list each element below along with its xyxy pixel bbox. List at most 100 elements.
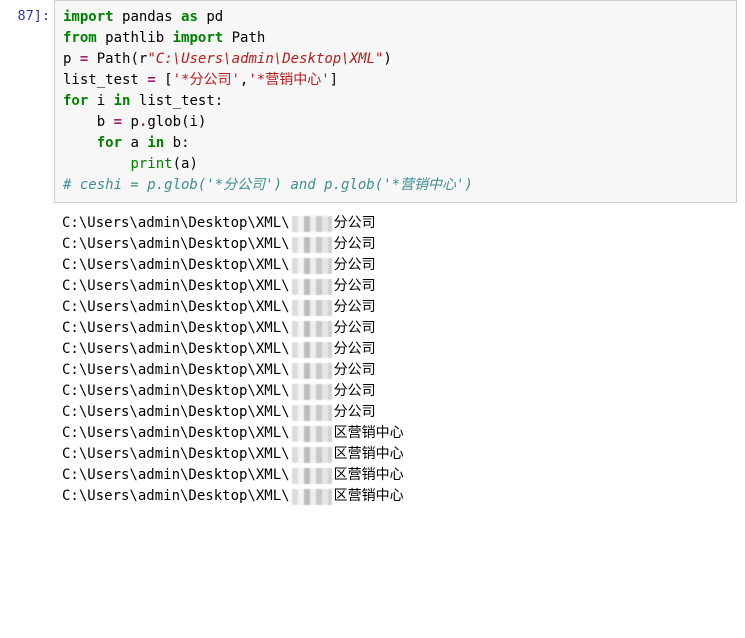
output-line: C:\Users\admin\Desktop\XML\ 分公司	[62, 339, 737, 360]
bracket-open: [	[164, 72, 172, 88]
output-path-suffix: 分公司	[334, 234, 376, 255]
str-path: C:\Users\admin\Desktop\XML	[156, 51, 375, 67]
output-path-prefix: C:\Users\admin\Desktop\XML\	[62, 444, 290, 465]
output-line: C:\Users\admin\Desktop\XML\ 分公司	[62, 213, 737, 234]
output-path-suffix: 分公司	[334, 318, 376, 339]
output-path-suffix: 分公司	[334, 255, 376, 276]
prompt-label: 87]:	[17, 8, 50, 24]
output-line: C:\Users\admin\Desktop\XML\ 区营销中心	[62, 423, 737, 444]
alias-pd: pd	[206, 9, 223, 25]
code-editor[interactable]: import pandas as pd from pathlib import …	[54, 0, 737, 203]
paren-close3: )	[189, 156, 197, 172]
mod-pandas: pandas	[122, 9, 173, 25]
output-path-prefix: C:\Users\admin\Desktop\XML\	[62, 402, 290, 423]
output-path-suffix: 分公司	[334, 381, 376, 402]
output-path-suffix: 分公司	[334, 276, 376, 297]
op-assign3: =	[114, 114, 122, 130]
output-line: C:\Users\admin\Desktop\XML\分公司	[62, 360, 737, 381]
mod-pathlib: pathlib	[105, 30, 164, 46]
arg-i: i	[190, 114, 198, 130]
output-path-prefix: C:\Users\admin\Desktop\XML\	[62, 423, 290, 444]
output-line: C:\Users\admin\Desktop\XML\ 分公司	[62, 255, 737, 276]
output-path-prefix: C:\Users\admin\Desktop\XML\	[62, 255, 290, 276]
output-path-prefix: C:\Users\admin\Desktop\XML\	[62, 276, 290, 297]
call-path: Path	[97, 51, 131, 67]
redacted-segment	[292, 216, 332, 232]
output-path-prefix: C:\Users\admin\Desktop\XML\	[62, 234, 290, 255]
var-listtest: list_test	[63, 72, 139, 88]
redacted-segment	[292, 489, 332, 505]
colon1: :	[215, 93, 223, 109]
kw-for: for	[63, 93, 88, 109]
bracket-close: ]	[330, 72, 338, 88]
output-path-prefix: C:\Users\admin\Desktop\XML\	[62, 339, 290, 360]
paren-open3: (	[173, 156, 181, 172]
redacted-segment	[292, 237, 332, 253]
paren-close2: )	[198, 114, 206, 130]
input-prompt: 87]:	[0, 0, 54, 26]
kw-in2: in	[147, 135, 164, 151]
kw-import2: import	[173, 30, 224, 46]
colon2: :	[181, 135, 189, 151]
var-a: a	[130, 135, 138, 151]
output-path-suffix: 区营销中心	[334, 423, 404, 444]
output-path-suffix: 分公司	[334, 339, 376, 360]
redacted-segment	[292, 405, 332, 421]
kw-as: as	[181, 9, 198, 25]
output-path-prefix: C:\Users\admin\Desktop\XML\	[62, 318, 290, 339]
output-path-prefix: C:\Users\admin\Desktop\XML\	[62, 465, 290, 486]
output-line: C:\Users\admin\Desktop\XML\ 分公司	[62, 297, 737, 318]
op-assign: =	[80, 51, 88, 67]
var-i: i	[97, 93, 105, 109]
comment-line: # ceshi = p.glob('*分公司') and p.glob('*营销…	[63, 177, 473, 193]
output-line: C:\Users\admin\Desktop\XML\ 区营销中心	[62, 486, 737, 507]
redacted-segment	[292, 258, 332, 274]
output-line: C:\Users\admin\Desktop\XML\ 区营销中心	[62, 465, 737, 486]
seq-listtest: list_test	[139, 93, 215, 109]
output-line: C:\Users\admin\Desktop\XML\ 区营销中心	[62, 444, 737, 465]
output-line: C:\Users\admin\Desktop\XML\ 分公司	[62, 402, 737, 423]
redacted-segment	[292, 321, 332, 337]
output-path-suffix: 分公司	[334, 360, 376, 381]
str-item2: '*营销中心'	[248, 72, 329, 88]
output-path-prefix: C:\Users\admin\Desktop\XML\	[62, 297, 290, 318]
output-path-suffix: 分公司	[334, 213, 376, 234]
builtin-print: print	[130, 156, 172, 172]
redacted-segment	[292, 342, 332, 358]
redacted-segment	[292, 468, 332, 484]
kw-from: from	[63, 30, 97, 46]
method-glob: glob	[147, 114, 181, 130]
kw-import: import	[63, 9, 114, 25]
output-path-suffix: 区营销中心	[334, 486, 404, 507]
cls-path: Path	[232, 30, 266, 46]
output-line: C:\Users\admin\Desktop\XML\ 分公司	[62, 381, 737, 402]
str-item1: '*分公司'	[173, 72, 240, 88]
output-path-prefix: C:\Users\admin\Desktop\XML\	[62, 486, 290, 507]
output-path-prefix: C:\Users\admin\Desktop\XML\	[62, 213, 290, 234]
paren-open: (	[130, 51, 138, 67]
output-area: C:\Users\admin\Desktop\XML\分公司C:\Users\a…	[54, 203, 745, 507]
obj-p: p	[130, 114, 138, 130]
output-path-suffix: 分公司	[334, 297, 376, 318]
paren-close: )	[383, 51, 391, 67]
var-p: p	[63, 51, 71, 67]
redacted-segment	[292, 426, 332, 442]
str-q1: "	[147, 51, 155, 67]
redacted-segment	[292, 447, 332, 463]
output-path-suffix: 区营销中心	[334, 444, 404, 465]
output-line: C:\Users\admin\Desktop\XML\ 分公司	[62, 318, 737, 339]
kw-for2: for	[97, 135, 122, 151]
kw-in: in	[114, 93, 131, 109]
op-assign2: =	[147, 72, 155, 88]
var-b: b	[97, 114, 105, 130]
output-path-suffix: 区营销中心	[334, 465, 404, 486]
output-path-suffix: 分公司	[334, 402, 376, 423]
redacted-segment	[292, 300, 332, 316]
redacted-segment	[292, 363, 332, 379]
redacted-segment	[292, 279, 332, 295]
redacted-segment	[292, 384, 332, 400]
input-cell: 87]: import pandas as pd from pathlib im…	[0, 0, 745, 203]
paren-open2: (	[181, 114, 189, 130]
seq-b: b	[173, 135, 181, 151]
output-path-prefix: C:\Users\admin\Desktop\XML\	[62, 381, 290, 402]
